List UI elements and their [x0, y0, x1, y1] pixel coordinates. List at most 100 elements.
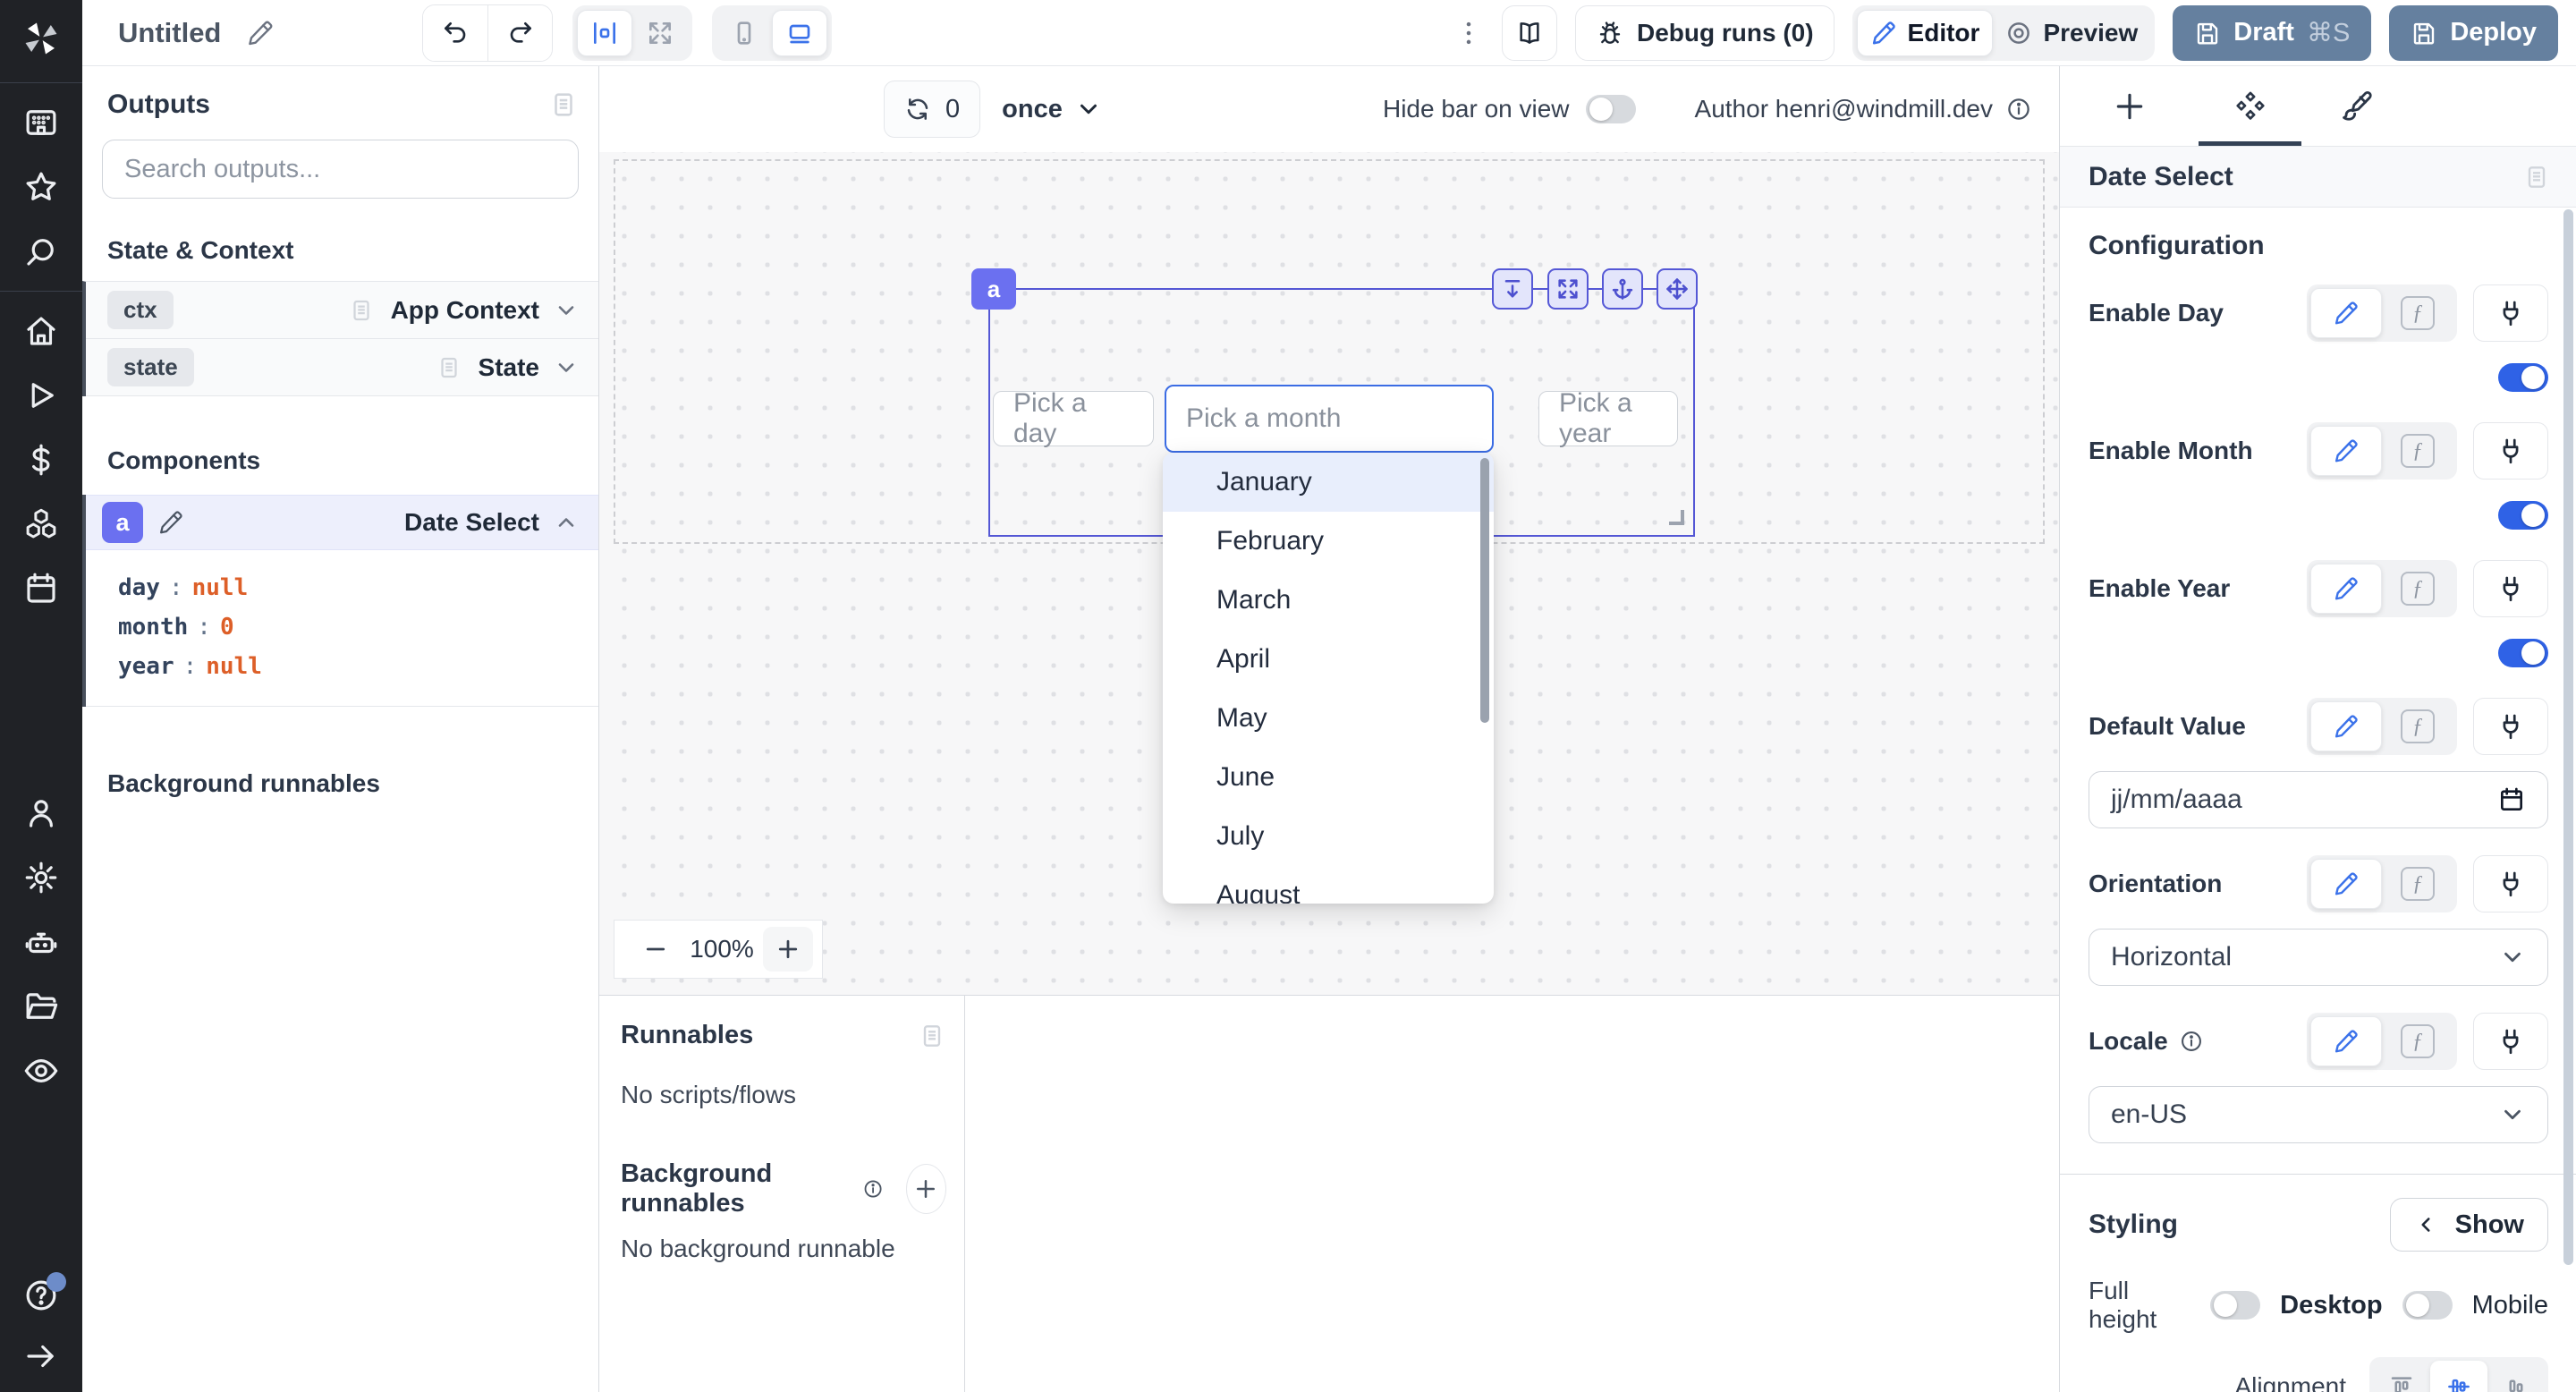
- editor-tab[interactable]: Editor: [1857, 10, 1994, 56]
- home-icon[interactable]: [0, 299, 82, 363]
- search-icon[interactable]: [0, 219, 82, 284]
- output-value-row[interactable]: year:null: [118, 647, 598, 686]
- copy-doc-icon[interactable]: [348, 297, 375, 324]
- align-center-button[interactable]: [2430, 1361, 2487, 1392]
- zoom-in-button[interactable]: [763, 927, 813, 972]
- javascript-fx-button[interactable]: ƒ: [2382, 426, 2453, 476]
- panel-doc-icon[interactable]: [2522, 163, 2551, 191]
- preview-tab[interactable]: Preview: [1993, 10, 2150, 56]
- favorites-star-icon[interactable]: [0, 155, 82, 219]
- show-styling-button[interactable]: Show: [2390, 1198, 2548, 1252]
- collapse-arrow-icon[interactable]: [0, 1328, 82, 1385]
- component-row[interactable]: a Date Select: [86, 495, 598, 550]
- month-option[interactable]: February: [1163, 512, 1494, 571]
- day-select-input[interactable]: Pick a day: [993, 391, 1154, 446]
- audit-eye-icon[interactable]: [0, 1039, 82, 1103]
- static-pencil-button[interactable]: [2310, 859, 2382, 909]
- ctx-row[interactable]: ctx App Context: [86, 282, 598, 339]
- default-value-date-input[interactable]: jj/mm/aaaa: [2089, 771, 2548, 828]
- component-id-badge[interactable]: a: [102, 502, 143, 543]
- windmill-logo-icon[interactable]: [19, 16, 64, 61]
- month-option[interactable]: January: [1163, 453, 1494, 512]
- variables-dollar-icon[interactable]: [0, 428, 82, 492]
- static-pencil-button[interactable]: [2310, 701, 2382, 751]
- output-value-row[interactable]: day:null: [118, 568, 598, 607]
- apps-icon[interactable]: [0, 90, 82, 155]
- mobile-toggle[interactable]: [2402, 1291, 2453, 1320]
- rename-pencil-icon[interactable]: [157, 509, 184, 536]
- resize-corner-handle[interactable]: [1669, 510, 1684, 525]
- deploy-button[interactable]: Deploy: [2389, 5, 2558, 61]
- javascript-fx-button[interactable]: ƒ: [2382, 859, 2453, 909]
- debug-runs-button[interactable]: Debug runs (0): [1575, 5, 1835, 61]
- chevron-down-icon[interactable]: [554, 355, 579, 380]
- connect-plug-button[interactable]: [2473, 698, 2548, 755]
- enable-year-toggle[interactable]: [2498, 639, 2548, 667]
- tab-insert-component[interactable]: [2078, 66, 2181, 146]
- refresh-count-button[interactable]: 0: [884, 81, 980, 138]
- folders-icon[interactable]: [0, 974, 82, 1039]
- dropdown-scrollbar[interactable]: [1480, 458, 1489, 723]
- draft-button[interactable]: Draft ⌘S: [2173, 5, 2371, 61]
- zoom-out-button[interactable]: [631, 927, 681, 972]
- align-top-button[interactable]: [2373, 1361, 2430, 1392]
- month-select-input[interactable]: Pick a month: [1165, 385, 1494, 453]
- locale-select[interactable]: en-US: [2089, 1086, 2548, 1143]
- panel-scrollbar[interactable]: [2563, 209, 2573, 1265]
- full-height-toggle[interactable]: [2210, 1291, 2260, 1320]
- chevron-down-icon[interactable]: [554, 298, 579, 323]
- month-option[interactable]: April: [1163, 630, 1494, 689]
- app-canvas[interactable]: a Pick a day: [599, 152, 2059, 995]
- search-outputs-input[interactable]: Search outputs...: [102, 140, 579, 199]
- runs-play-icon[interactable]: [0, 363, 82, 428]
- info-icon[interactable]: [862, 1176, 884, 1202]
- javascript-fx-button[interactable]: ƒ: [2382, 288, 2453, 338]
- expand-down-handle[interactable]: [1492, 268, 1533, 310]
- static-pencil-button[interactable]: [2310, 288, 2382, 338]
- static-pencil-button[interactable]: [2310, 564, 2382, 614]
- move-handle[interactable]: [1657, 268, 1698, 310]
- info-icon[interactable]: [2179, 1029, 2204, 1054]
- month-option[interactable]: May: [1163, 689, 1494, 748]
- connect-plug-button[interactable]: [2473, 284, 2548, 342]
- undo-button[interactable]: [423, 5, 487, 61]
- component-id-badge[interactable]: a: [971, 268, 1016, 310]
- enable-month-toggle[interactable]: [2498, 501, 2548, 530]
- align-bottom-button[interactable]: [2487, 1361, 2545, 1392]
- settings-gear-icon[interactable]: [0, 845, 82, 910]
- year-select-input[interactable]: Pick a year: [1538, 391, 1678, 446]
- connect-plug-button[interactable]: [2473, 1013, 2548, 1070]
- help-icon[interactable]: [0, 1263, 82, 1328]
- connect-plug-button[interactable]: [2473, 855, 2548, 912]
- javascript-fx-button[interactable]: ƒ: [2382, 564, 2453, 614]
- anchor-handle[interactable]: [1602, 268, 1643, 310]
- fullsize-handle[interactable]: [1547, 268, 1589, 310]
- static-pencil-button[interactable]: [2310, 426, 2382, 476]
- edit-title-pencil-icon[interactable]: [246, 19, 275, 47]
- fullwidth-layout-button[interactable]: [632, 10, 688, 56]
- connect-plug-button[interactable]: [2473, 560, 2548, 617]
- copy-doc-icon[interactable]: [436, 354, 462, 381]
- static-pencil-button[interactable]: [2310, 1016, 2382, 1066]
- add-background-runnable-button[interactable]: [906, 1164, 946, 1214]
- redo-button[interactable]: [487, 5, 552, 61]
- panel-doc-icon[interactable]: [918, 1022, 946, 1050]
- connect-plug-button[interactable]: [2473, 422, 2548, 480]
- refresh-mode-dropdown[interactable]: once: [1002, 95, 1102, 124]
- user-icon[interactable]: [0, 781, 82, 845]
- output-value-row[interactable]: month:0: [118, 607, 598, 647]
- mobile-view-button[interactable]: [716, 10, 772, 56]
- tab-global-styling[interactable]: [2305, 66, 2408, 146]
- resources-cubes-icon[interactable]: [0, 492, 82, 556]
- javascript-fx-button[interactable]: ƒ: [2382, 1016, 2453, 1066]
- docs-book-button[interactable]: [1502, 5, 1557, 61]
- enable-day-toggle[interactable]: [2498, 363, 2548, 392]
- state-row[interactable]: state State: [86, 339, 598, 396]
- tab-component-settings[interactable]: [2199, 66, 2301, 146]
- desktop-view-button[interactable]: [772, 10, 827, 56]
- hide-bar-toggle[interactable]: [1586, 95, 1636, 123]
- calendar-icon[interactable]: [2497, 785, 2526, 814]
- info-icon[interactable]: [2005, 96, 2032, 123]
- workers-robot-icon[interactable]: [0, 910, 82, 974]
- schedules-calendar-icon[interactable]: [0, 556, 82, 621]
